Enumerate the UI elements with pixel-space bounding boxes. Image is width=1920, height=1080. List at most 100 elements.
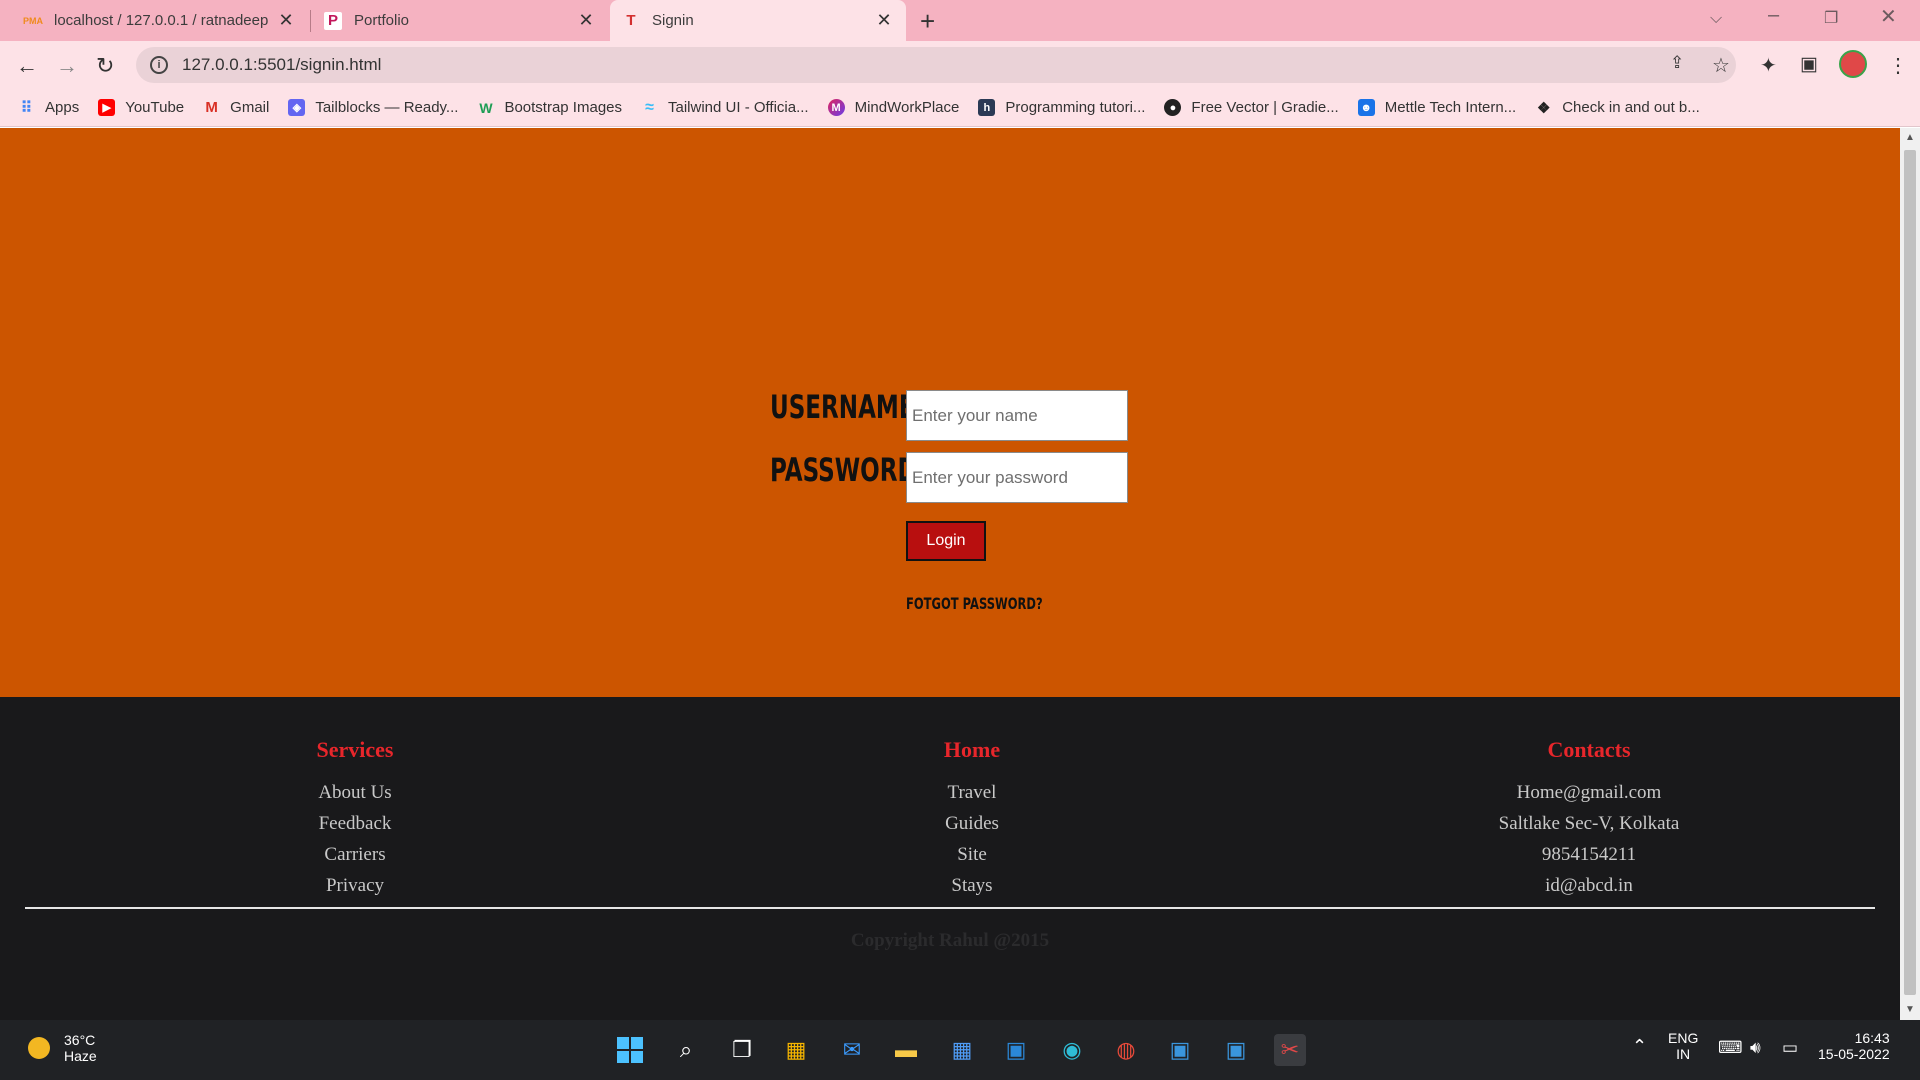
clock[interactable]: 16:43 15-05-2022 — [1818, 1030, 1890, 1062]
tab-search-chevron-icon[interactable]: ⌵ — [1710, 10, 1722, 28]
edge-browser-icon[interactable]: ◉ — [1056, 1034, 1088, 1066]
mettle-icon: ☻ — [1357, 99, 1375, 116]
chrome-browser-icon[interactable]: ◍ — [1110, 1034, 1142, 1066]
search-icon[interactable]: ⌕ — [670, 1034, 702, 1066]
checkin-icon: ❖ — [1536, 99, 1551, 117]
new-tab-button[interactable]: + — [920, 6, 935, 37]
start-windows-icon[interactable] — [614, 1034, 646, 1066]
minimize-button[interactable]: – — [1768, 4, 1779, 27]
bookmark-tailblocks[interactable]: ◈ Tailblocks — Ready... — [288, 99, 458, 116]
site-info-icon[interactable]: i — [150, 56, 168, 74]
network-icon[interactable]: ⌨ — [1718, 1038, 1743, 1058]
bookmark-tailwind[interactable]: ≈ Tailwind UI - Officia... — [641, 99, 809, 117]
back-button[interactable]: ← — [16, 53, 38, 79]
footer-column-services: Services About Us Feedback Carriers Priv… — [155, 737, 555, 906]
bookmark-apps[interactable]: ⠿ Apps — [18, 99, 80, 117]
bookmark-label: Apps — [45, 99, 80, 116]
page-viewport: USERNAME: PASSWORD: Login FOTGOT PASSWOR… — [0, 128, 1900, 1020]
footer-divider — [25, 907, 1875, 909]
bookmark-label: Bootstrap Images — [504, 99, 622, 116]
close-tab-icon[interactable]: ✕ — [874, 10, 894, 31]
username-input[interactable] — [906, 390, 1128, 441]
show-hidden-icons-chevron-icon[interactable]: ⌃ — [1632, 1036, 1647, 1057]
battery-icon[interactable]: ▭ — [1782, 1038, 1798, 1058]
clock-time: 16:43 — [1854, 1030, 1890, 1046]
weather-desc: Haze — [64, 1048, 97, 1064]
bookmark-bootstrap-images[interactable]: W Bootstrap Images — [477, 99, 622, 116]
bookmark-label: Mettle Tech Intern... — [1384, 99, 1517, 116]
tab-signin[interactable]: T Signin ✕ — [610, 0, 906, 41]
share-icon[interactable]: ⇪ — [1670, 53, 1684, 73]
footer-heading: Contacts — [1547, 737, 1631, 762]
bookmark-label: Programming tutori... — [1005, 99, 1146, 116]
scrollbar-thumb[interactable] — [1904, 150, 1916, 995]
page-footer: Services About Us Feedback Carriers Priv… — [0, 697, 1900, 1020]
menu-kebab-icon[interactable]: ⋮ — [1888, 53, 1908, 78]
bookmark-label: Tailblocks — Ready... — [315, 99, 459, 116]
bookmark-label: Free Vector | Gradie... — [1191, 99, 1339, 116]
bookmark-checkin[interactable]: ❖ Check in and out b... — [1535, 99, 1700, 117]
scroll-up-arrow-icon[interactable]: ▲ — [1905, 132, 1915, 143]
bookmark-mindworkplace[interactable]: M MindWorkPlace — [827, 99, 960, 116]
news-icon[interactable]: ▣ — [1000, 1034, 1032, 1066]
footer-heading: Home — [943, 737, 1001, 762]
tab-title: localhost / 127.0.0.1 / ratnadeep — [54, 12, 269, 29]
bookmark-label: MindWorkPlace — [854, 99, 960, 116]
weather-temp: 36°C — [64, 1032, 96, 1048]
login-button[interactable]: Login — [906, 521, 986, 561]
restore-button[interactable]: ❐ — [1824, 8, 1838, 28]
page-scrollbar[interactable]: ▲ ▼ — [1900, 128, 1920, 1020]
programming-icon: h — [978, 99, 996, 116]
extensions-puzzle-icon[interactable]: ✦ — [1760, 53, 1777, 78]
freepik-icon: ● — [1164, 99, 1182, 116]
close-tab-icon[interactable]: ✕ — [276, 10, 296, 31]
calendar-icon[interactable]: ▦ — [946, 1034, 978, 1066]
weather-widget[interactable]: 36°C Haze — [28, 1032, 97, 1064]
footer-link[interactable]: Carriers — [155, 844, 555, 875]
task-view-icon[interactable]: ❐ — [726, 1034, 758, 1066]
mail-icon[interactable]: ✉ — [836, 1034, 868, 1066]
footer-link[interactable]: Site — [772, 844, 1172, 875]
sun-icon — [28, 1037, 50, 1059]
bookmark-star-icon[interactable]: ☆ — [1712, 53, 1730, 78]
vscode-window-2-icon[interactable]: ▣ — [1220, 1034, 1252, 1066]
language-indicator[interactable]: ENG IN — [1668, 1030, 1698, 1062]
footer-column-contacts: Contacts Home@gmail.com Saltlake Sec-V, … — [1389, 737, 1789, 906]
close-tab-icon[interactable]: ✕ — [576, 10, 596, 31]
youtube-icon: ▶ — [98, 99, 116, 116]
footer-link[interactable]: Stays — [772, 875, 1172, 906]
apps-icon: ⠿ — [20, 99, 33, 117]
side-panel-icon[interactable]: ▣ — [1800, 53, 1818, 76]
reload-button[interactable]: ↻ — [96, 53, 114, 79]
profile-avatar[interactable] — [1839, 50, 1867, 78]
forgot-password-link[interactable]: FOTGOT PASSWORD? — [906, 594, 1043, 613]
bookmark-gmail[interactable]: M Gmail — [203, 99, 269, 116]
snipping-tool-icon[interactable]: ✂ — [1274, 1034, 1306, 1066]
copyright-text: Copyright Rahul @2015 — [850, 930, 1050, 951]
password-input[interactable] — [906, 452, 1128, 503]
tab-localhost[interactable]: PMA localhost / 127.0.0.1 / ratnadeep ✕ — [12, 0, 308, 41]
bookmark-label: YouTube — [125, 99, 185, 116]
bookmark-free-vector[interactable]: ● Free Vector | Gradie... — [1164, 99, 1339, 116]
footer-link[interactable]: Feedback — [155, 813, 555, 844]
bookmark-label: Gmail — [230, 99, 270, 116]
footer-link[interactable]: About Us — [155, 782, 555, 813]
file-explorer-icon[interactable]: ▬ — [890, 1034, 922, 1066]
bookmark-youtube[interactable]: ▶ YouTube — [98, 99, 184, 116]
bookmark-programming[interactable]: h Programming tutori... — [978, 99, 1145, 116]
footer-contact-id: id@abcd.in — [1545, 875, 1633, 896]
tab-title: Portfolio — [354, 12, 410, 29]
vscode-window-icon[interactable]: ▣ — [1164, 1034, 1196, 1066]
store-icon[interactable]: ▦ — [780, 1034, 812, 1066]
close-window-button[interactable]: ✕ — [1880, 4, 1897, 29]
address-bar[interactable]: i 127.0.0.1:5501/signin.html — [136, 47, 1736, 83]
tab-portfolio[interactable]: P Portfolio ✕ — [312, 0, 608, 41]
forward-button[interactable]: → — [56, 53, 78, 79]
scroll-down-arrow-icon[interactable]: ▼ — [1905, 1004, 1915, 1015]
footer-link[interactable]: Privacy — [155, 875, 555, 906]
footer-link[interactable]: Travel — [772, 782, 1172, 813]
footer-link[interactable]: Guides — [772, 813, 1172, 844]
tailblocks-icon: ◈ — [288, 99, 306, 116]
volume-icon[interactable]: 🔊︎ — [1750, 1038, 1761, 1058]
bookmark-mettle[interactable]: ☻ Mettle Tech Intern... — [1357, 99, 1517, 116]
